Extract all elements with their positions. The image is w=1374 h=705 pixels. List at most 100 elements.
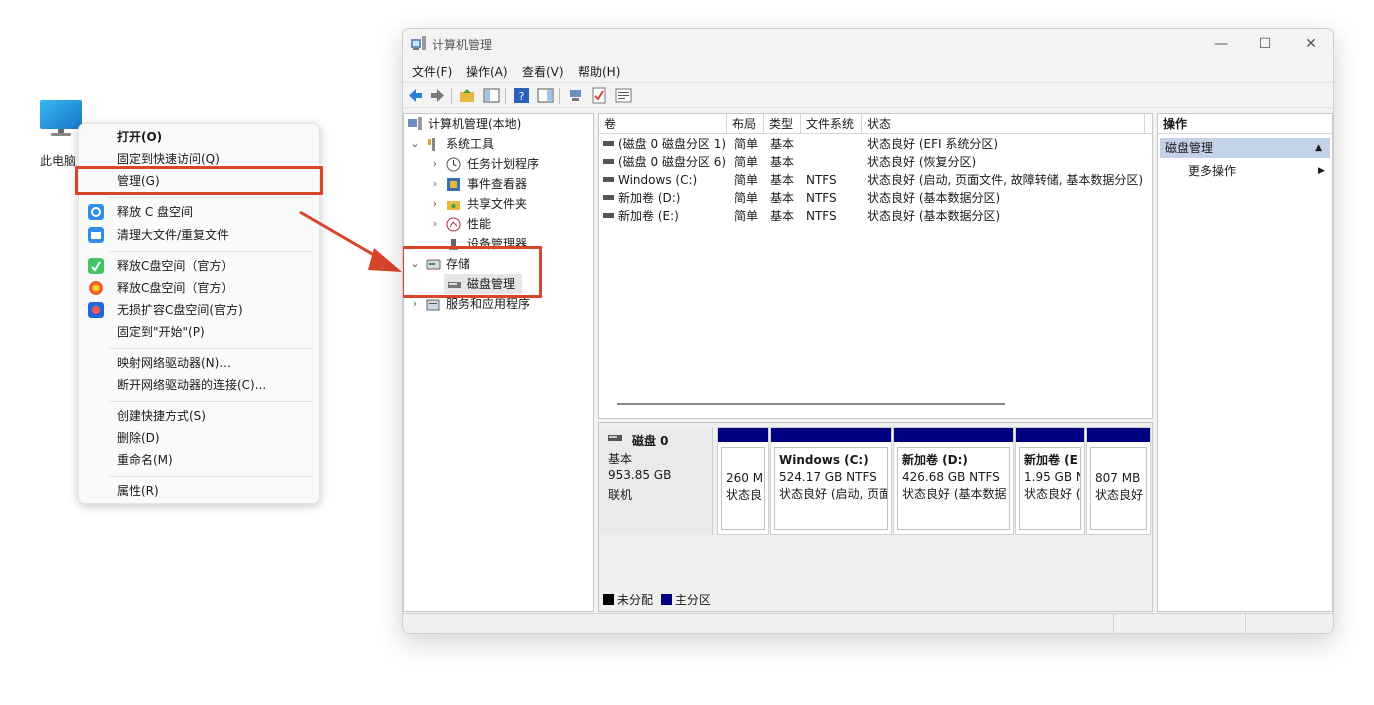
action-more-actions[interactable]: 更多操作	[1188, 162, 1236, 179]
table-row[interactable]: 新加卷 (E:) 简单 基本 NTFS 状态良好 (基本数据分区)	[599, 207, 1152, 225]
table-row[interactable]: (磁盘 0 磁盘分区 6) 简单 基本 状态良好 (恢复分区)	[599, 153, 1152, 171]
menu-file[interactable]: 文件(F)	[412, 63, 452, 80]
cell-status: 状态良好 (启动, 页面文件, 故障转储, 基本数据分区)	[867, 173, 1144, 187]
partition-1[interactable]: 260 M 状态良	[717, 427, 769, 535]
close-button[interactable]: ✕	[1295, 33, 1327, 55]
cell-type: 基本	[770, 191, 795, 205]
menu-item-label: 清理大文件/重复文件	[117, 228, 230, 242]
menu-separator	[109, 348, 313, 349]
menu-item-free-c-official-1[interactable]: 释放C盘空间（官方）	[79, 255, 321, 277]
show-tree-icon[interactable]	[483, 87, 500, 104]
disk-type: 基本	[608, 452, 633, 466]
menu-action[interactable]: 操作(A)	[466, 63, 508, 80]
partition-size: 426.68 GB NTFS	[902, 470, 1000, 484]
menu-item-rename[interactable]: 重命名(M)	[79, 449, 321, 471]
disk-info[interactable]: 磁盘 0 基本 953.85 GB 联机	[599, 427, 713, 535]
menu-item-clean-large-files[interactable]: 清理大文件/重复文件	[79, 224, 321, 246]
column-header-filesystem[interactable]: 文件系统	[801, 114, 862, 134]
chevron-right-icon[interactable]: ›	[430, 154, 440, 174]
check-icon[interactable]	[591, 87, 608, 104]
show-action-pane-icon[interactable]	[537, 87, 554, 104]
partition-bar	[771, 428, 891, 442]
forward-icon[interactable]	[429, 87, 446, 104]
toolbar-separator	[559, 88, 560, 104]
menu-separator	[109, 197, 313, 198]
services-icon	[426, 299, 440, 311]
cell-volume: Windows (C:)	[618, 173, 698, 187]
menu-help[interactable]: 帮助(H)	[578, 63, 620, 80]
menu-item-map-network-drive[interactable]: 映射网络驱动器(N)...	[79, 352, 321, 374]
properties-icon[interactable]	[615, 87, 632, 104]
table-row[interactable]: Windows (C:) 简单 基本 NTFS 状态良好 (启动, 页面文件, …	[599, 171, 1152, 189]
partition-bar	[1016, 428, 1084, 442]
submenu-arrow-icon[interactable]: ▶	[1318, 166, 1325, 176]
column-header-layout[interactable]: 布局	[727, 114, 764, 134]
menu-view[interactable]: 查看(V)	[522, 63, 564, 80]
partition-app-icon	[88, 302, 104, 318]
menu-item-pin-start[interactable]: 固定到"开始"(P)	[79, 321, 321, 343]
partition-body: Windows (C:) 524.17 GB NTFS 状态良好 (启动, 页面	[774, 447, 888, 530]
column-header-type[interactable]: 类型	[764, 114, 801, 134]
menu-item-free-c-official-2[interactable]: 释放C盘空间（官方）	[79, 277, 321, 299]
cell-filesystem: NTFS	[806, 209, 837, 223]
horizontal-scrollbar[interactable]	[617, 403, 1005, 405]
tree-label: 性能	[467, 217, 492, 231]
chevron-right-icon[interactable]: ›	[430, 194, 440, 214]
chevron-down-icon[interactable]: ⌄	[410, 134, 420, 154]
desktop-icon-label: 此电脑	[40, 154, 77, 168]
partition-status: 状态良好 (	[1024, 487, 1081, 501]
cell-volume: 新加卷 (E:)	[618, 209, 679, 223]
table-row[interactable]: 新加卷 (D:) 简单 基本 NTFS 状态良好 (基本数据分区)	[599, 189, 1152, 207]
menu-item-create-shortcut[interactable]: 创建快捷方式(S)	[79, 405, 321, 427]
column-header-status[interactable]: 状态	[862, 114, 1145, 134]
action-section-disk-management[interactable]: 磁盘管理 ▲	[1160, 138, 1330, 158]
chevron-right-icon[interactable]: ›	[430, 174, 440, 194]
svg-text:?: ?	[519, 90, 525, 103]
partition-body: 新加卷 (E 1.95 GB N 状态良好 (	[1019, 447, 1081, 530]
collapse-up-icon[interactable]: ▲	[1315, 138, 1322, 158]
help-icon[interactable]: ?	[513, 87, 530, 104]
cell-status: 状态良好 (EFI 系统分区)	[867, 137, 999, 151]
event-viewer-icon	[447, 178, 460, 191]
up-folder-icon[interactable]	[459, 87, 476, 104]
clock-icon	[446, 157, 461, 172]
partition-status: 状态良好 (基本数据	[902, 487, 1007, 501]
legend: 未分配 主分区	[603, 591, 711, 608]
cell-filesystem: NTFS	[806, 173, 837, 187]
menu-item-disconnect-network-drive[interactable]: 断开网络驱动器的连接(C)...	[79, 374, 321, 396]
annotation-arrow	[299, 210, 402, 272]
menu-item-open[interactable]: 打开(O)	[79, 126, 321, 148]
legend-primary: 主分区	[674, 593, 711, 607]
menu-item-lossless-expand[interactable]: 无损扩容C盘空间(官方)	[79, 299, 321, 321]
partition-last[interactable]: 807 MB 状态良好	[1086, 427, 1151, 535]
menu-item-free-c-space[interactable]: 释放 C 盘空间	[79, 201, 321, 223]
partition-body: 260 M 状态良	[721, 447, 765, 530]
computer-management-window: 计算机管理 — ☐ ✕ 文件(F) 操作(A) 查看(V) 帮助(H) ? 计算…	[402, 28, 1334, 634]
partition-d[interactable]: 新加卷 (D:) 426.68 GB NTFS 状态良好 (基本数据	[893, 427, 1014, 535]
menu-item-delete[interactable]: 删除(D)	[79, 427, 321, 449]
title-bar[interactable]: 计算机管理 — ☐ ✕	[403, 29, 1333, 59]
minimize-button[interactable]: —	[1205, 33, 1237, 55]
back-icon[interactable]	[407, 87, 424, 104]
menu-item-properties[interactable]: 属性(R)	[79, 480, 321, 502]
navigation-tree: 计算机管理(本地) ⌄ 系统工具 › 任务计划程序 › 事件查看器 › 共享文件…	[403, 113, 594, 612]
partition-e[interactable]: 新加卷 (E 1.95 GB N 状态良好 (	[1015, 427, 1085, 535]
action-pane-header: 操作	[1158, 114, 1332, 134]
maximize-button[interactable]: ☐	[1249, 33, 1281, 55]
menu-separator	[109, 401, 313, 402]
performance-icon	[446, 217, 461, 232]
disk-size: 953.85 GB	[608, 468, 672, 482]
toolbar-separator	[451, 88, 452, 104]
cell-type: 基本	[770, 137, 795, 151]
cell-layout: 简单	[734, 209, 759, 223]
column-header-volume[interactable]: 卷	[599, 114, 727, 134]
connect-icon[interactable]	[567, 87, 584, 104]
disk-name: 磁盘 0	[632, 434, 669, 448]
chevron-right-icon[interactable]: ›	[430, 214, 440, 234]
partition-bar	[894, 428, 1013, 442]
status-bar	[403, 613, 1333, 633]
table-row[interactable]: (磁盘 0 磁盘分区 1) 简单 基本 状态良好 (EFI 系统分区)	[599, 135, 1152, 153]
partition-size: 524.17 GB NTFS	[779, 470, 877, 484]
cell-status: 状态良好 (基本数据分区)	[867, 191, 1001, 205]
partition-windows-c[interactable]: Windows (C:) 524.17 GB NTFS 状态良好 (启动, 页面	[770, 427, 892, 535]
